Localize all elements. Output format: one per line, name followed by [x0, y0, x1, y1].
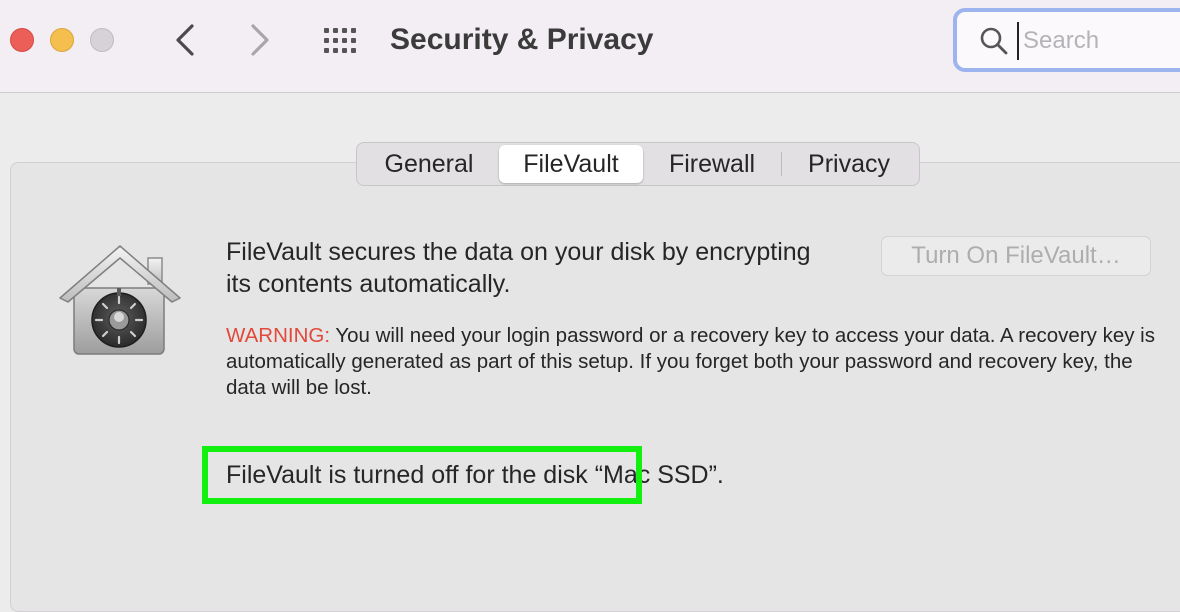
back-button[interactable]: [170, 22, 200, 58]
show-all-button[interactable]: [322, 26, 362, 56]
filevault-house-icon: [59, 245, 181, 355]
window-title: Security & Privacy: [390, 23, 654, 56]
warning-label: WARNING:: [226, 324, 331, 347]
turn-on-filevault-button[interactable]: Turn On FileVault…: [881, 236, 1151, 276]
close-window-button[interactable]: [10, 28, 34, 52]
tab-bar: General FileVault Firewall Privacy: [356, 142, 920, 186]
warning-text: You will need your login password or a r…: [226, 324, 1155, 399]
tab-privacy[interactable]: Privacy: [782, 145, 916, 183]
grid-icon: [324, 28, 356, 53]
tab-filevault[interactable]: FileVault: [499, 145, 643, 183]
tab-general[interactable]: General: [359, 145, 499, 183]
title-bar: Security & Privacy: [0, 0, 1180, 93]
forward-button[interactable]: [245, 22, 275, 58]
search-icon: [980, 27, 1008, 55]
chevron-left-icon: [176, 24, 194, 56]
chevron-right-icon: [251, 24, 269, 56]
filevault-description: FileVault secures the data on your disk …: [226, 238, 811, 298]
zoom-window-button[interactable]: [90, 28, 114, 52]
filevault-status: FileVault is turned off for the disk “Ma…: [226, 461, 724, 489]
tab-firewall[interactable]: Firewall: [643, 145, 781, 183]
warning-message: WARNING: You will need your login passwo…: [226, 323, 1156, 401]
minimize-window-button[interactable]: [50, 28, 74, 52]
search-field[interactable]: [953, 8, 1180, 72]
search-input[interactable]: [1017, 22, 1180, 60]
